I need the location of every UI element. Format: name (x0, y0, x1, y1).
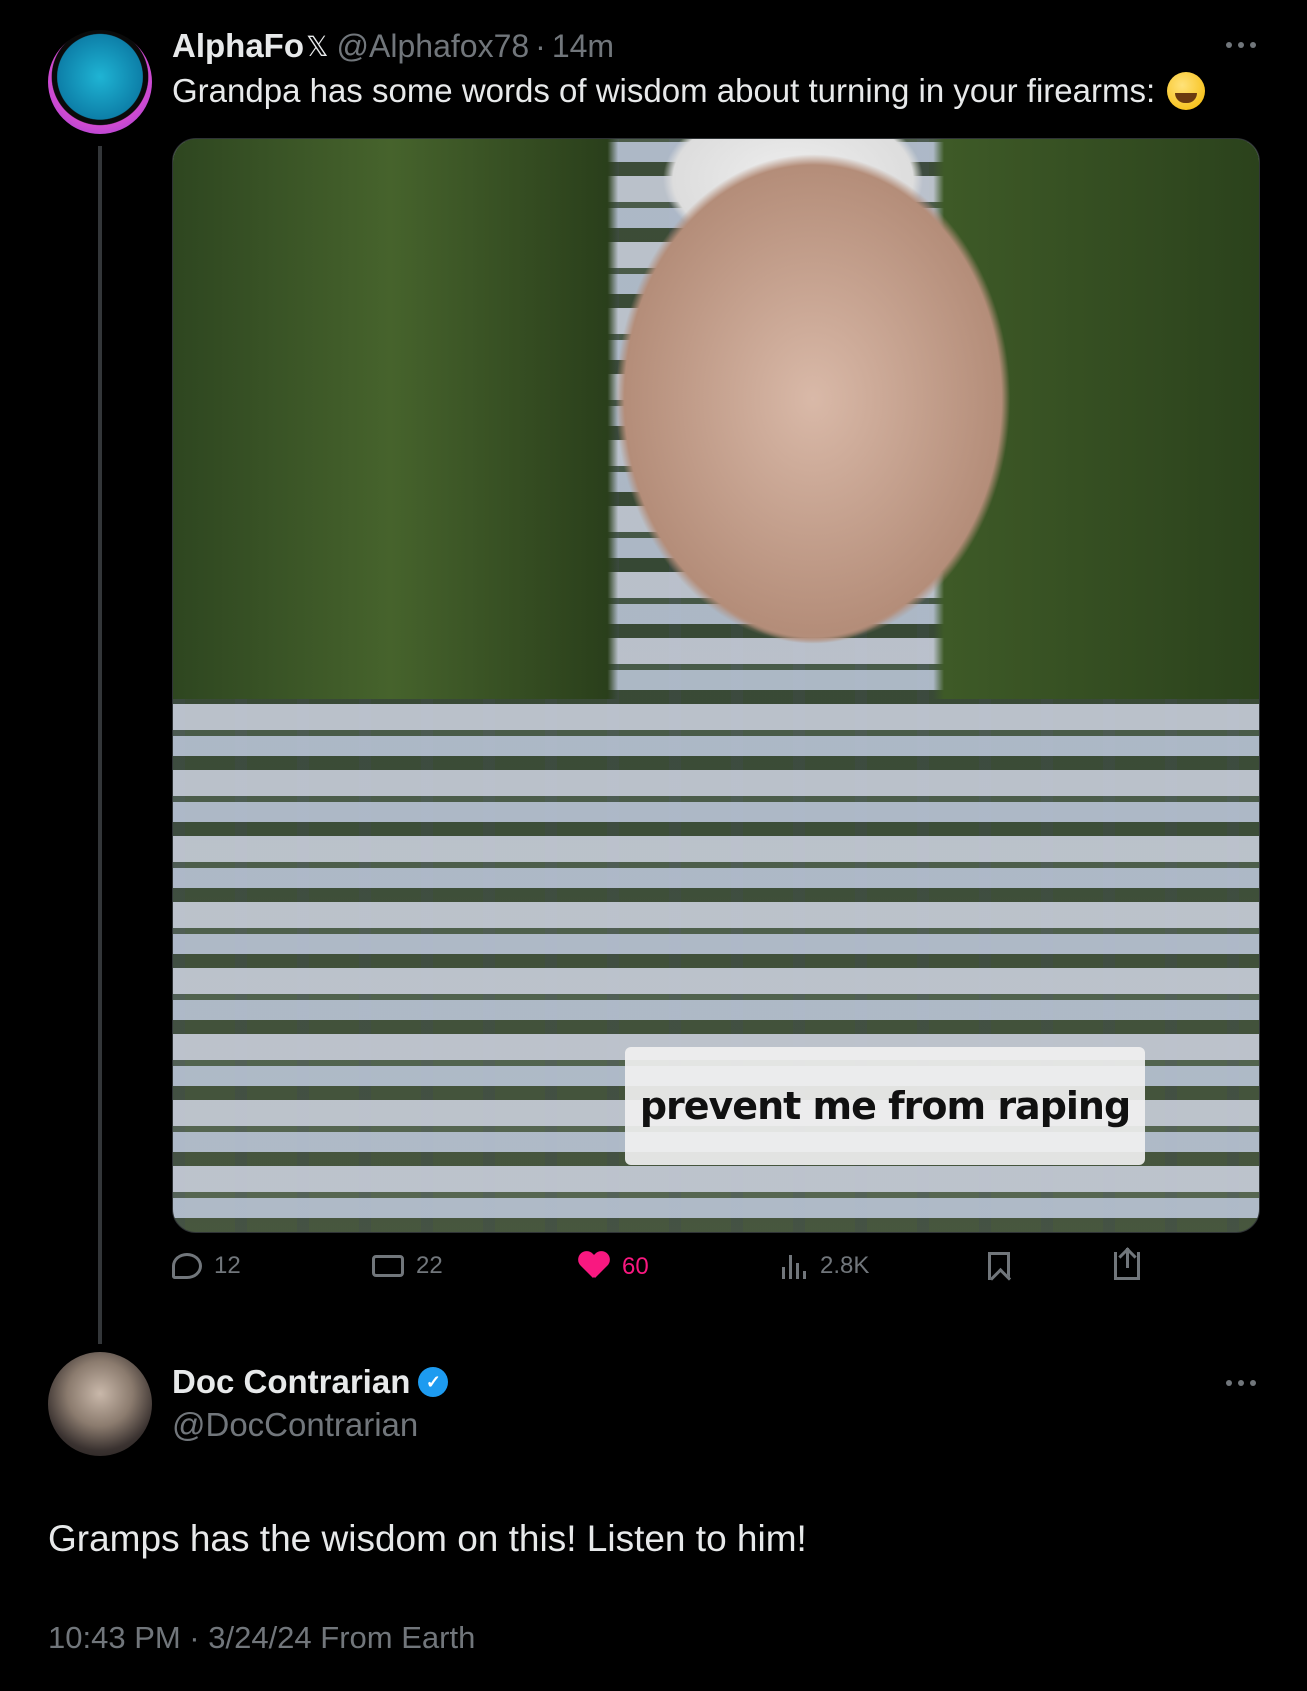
bookmark-icon (988, 1252, 1010, 1280)
tweet-timestamp[interactable]: 14m (552, 28, 614, 65)
reply-icon (172, 1253, 202, 1279)
share-button[interactable] (1114, 1248, 1152, 1280)
like-button[interactable]: 60 (578, 1252, 649, 1282)
tweet-header: AlphaFo 𝕏 @Alphafox78 · 14m (172, 26, 614, 66)
x-badge-icon: 𝕏 (305, 30, 329, 62)
reply-count: 12 (214, 1252, 241, 1279)
user-handle[interactable]: @Alphafox78 (337, 28, 530, 65)
like-count: 60 (622, 1253, 649, 1280)
reply-button[interactable]: 12 (172, 1252, 241, 1280)
avatar[interactable] (48, 1352, 152, 1456)
more-icon[interactable] (1226, 35, 1256, 55)
user-handle[interactable]: @DocContrarian (172, 1406, 448, 1444)
grinning-squinting-face-emoji-icon (1167, 72, 1206, 110)
tweet-text: Grandpa has some words of wisdom about t… (172, 72, 1206, 110)
video-caption: prevent me from raping (625, 1047, 1145, 1165)
repost-count: 22 (416, 1252, 443, 1279)
views-button[interactable]: 2.8K (782, 1252, 869, 1280)
repost-icon (372, 1255, 404, 1277)
verified-icon[interactable]: ✓ (418, 1367, 449, 1397)
tweet-video[interactable]: prevent me from raping 🔊 (172, 138, 1260, 1233)
display-name[interactable]: Doc Contrarian (172, 1363, 410, 1401)
thread-connector-line (98, 146, 102, 1344)
tweet-header: Doc Contrarian ✓ @DocContrarian (172, 1360, 449, 1444)
bookmark-button[interactable] (988, 1252, 1022, 1280)
avatar[interactable] (48, 30, 152, 134)
tweet-meta[interactable]: 10:43 PM · 3/24/24 From Earth (48, 1620, 475, 1656)
separator-dot: · (535, 27, 546, 64)
views-icon (782, 1253, 808, 1279)
more-icon[interactable] (1226, 1373, 1256, 1393)
repost-button[interactable]: 22 (372, 1252, 443, 1280)
video-caption-text: prevent me from raping (639, 1084, 1131, 1128)
views-count: 2.8K (820, 1252, 870, 1279)
display-name[interactable]: AlphaFo (172, 27, 304, 65)
heart-icon (578, 1252, 610, 1282)
share-icon (1114, 1248, 1140, 1280)
tweet-text-content: Grandpa has some words of wisdom about t… (172, 72, 1156, 109)
tweet-text: Gramps has the wisdom on this! Listen to… (48, 1518, 807, 1559)
